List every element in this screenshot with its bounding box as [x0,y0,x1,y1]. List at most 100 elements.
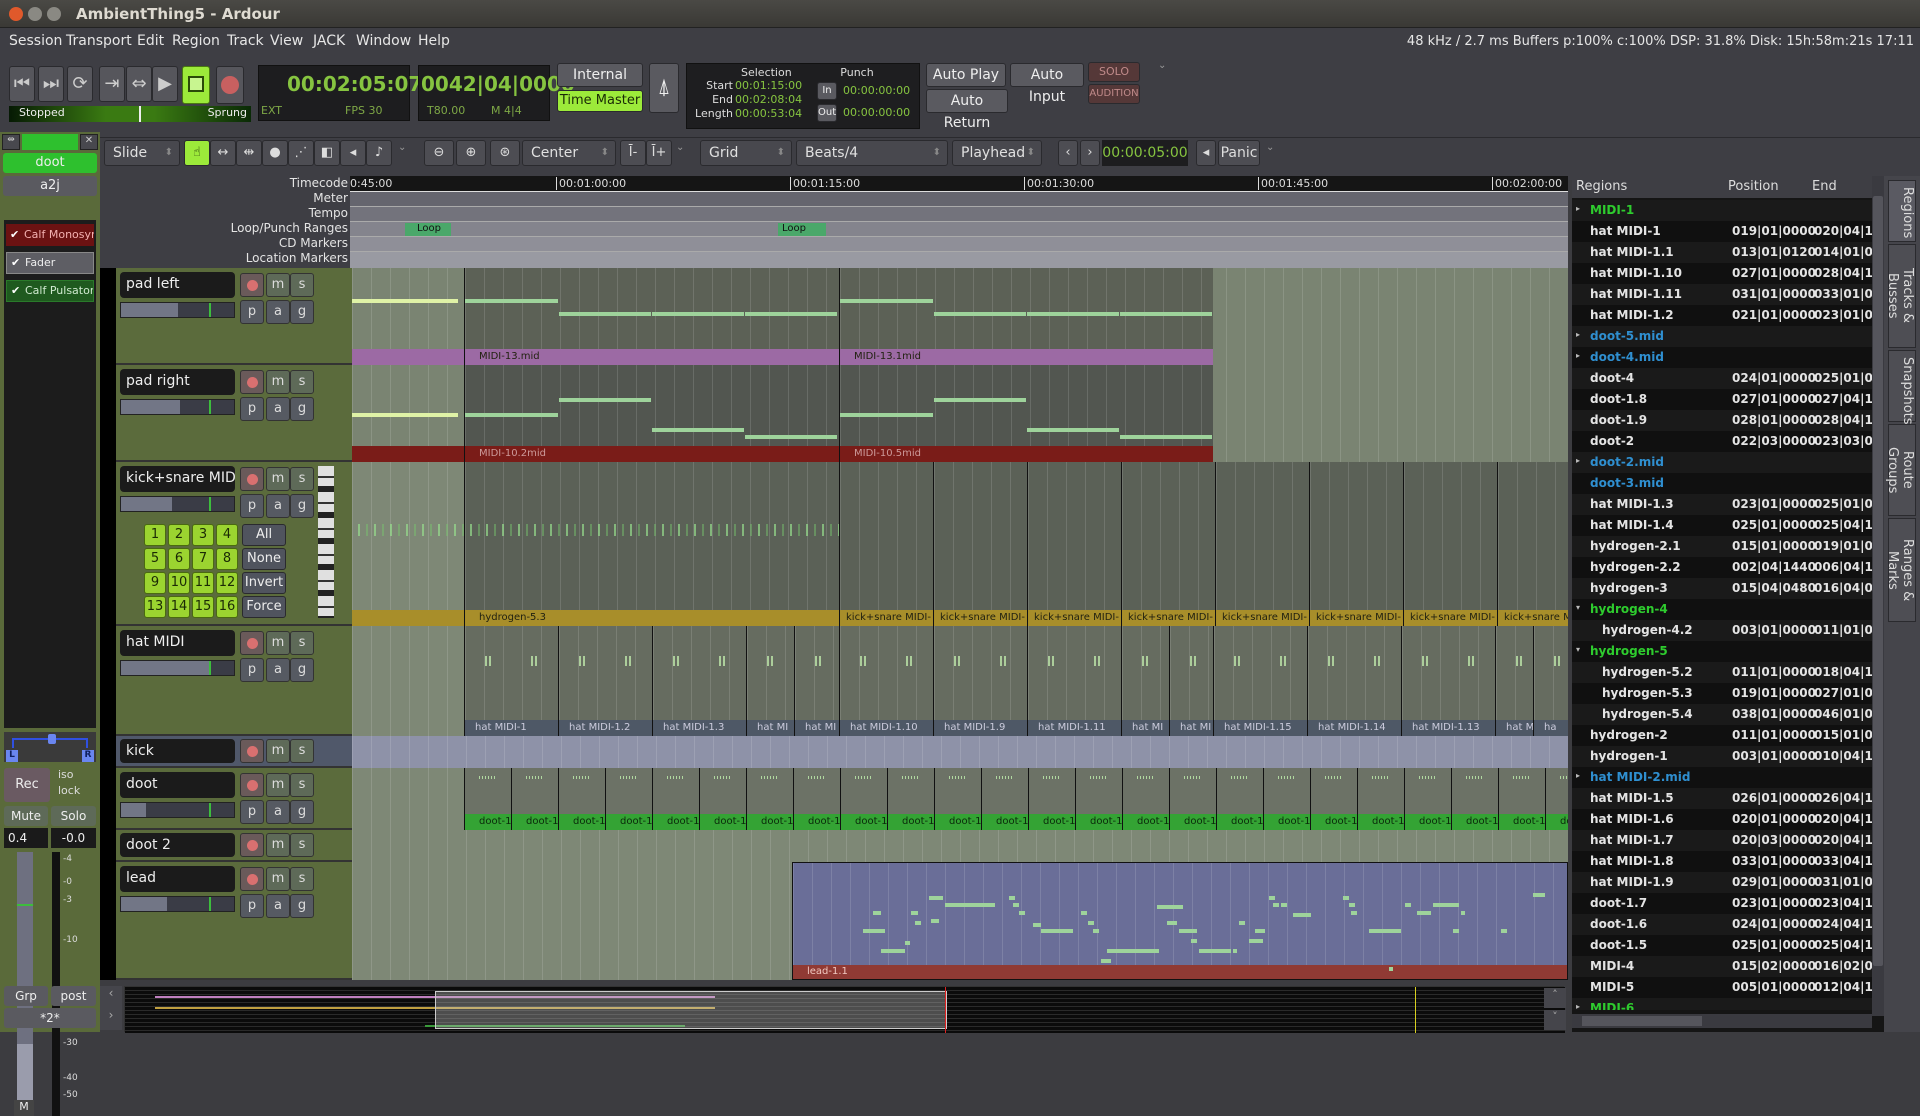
midi-channel-11-button[interactable]: 11 [192,572,214,594]
track-header-hat-midi[interactable]: hat MIDI m s p a g [116,626,362,736]
track-header-lead[interactable]: lead m s p a g [116,862,362,980]
auto-return-button[interactable]: Auto Return [926,89,1008,131]
midi-note[interactable] [1013,903,1019,907]
midi-region[interactable]: doot-1 [746,768,793,830]
cd-markers-ruler[interactable] [350,237,1568,252]
timeline-rulers[interactable]: 0:45:00 00:01:00:00 00:01:15:00 00:01:30… [350,176,1568,268]
region-list-row[interactable]: ▸ MIDI-1 [1572,200,1872,221]
midi-region[interactable]: doot-1 [1169,768,1216,830]
loop-button[interactable]: ⟳ [67,66,93,102]
midi-region[interactable]: ha [1533,626,1568,736]
track-name[interactable]: doot [120,772,235,798]
midi-region-stub[interactable] [352,610,464,626]
midi-note[interactable] [1281,903,1287,907]
column-header-regions[interactable]: Regions [1576,179,1627,194]
solo-button[interactable]: s [290,833,314,857]
plugin-calf-monosynth[interactable]: ✔ Calf Monosyn [6,224,94,246]
expand-tracks-button[interactable]: Ī+ [646,140,672,166]
region-list-row[interactable]: ▸ doot-2.mid [1572,452,1872,473]
group-button[interactable]: g [290,894,314,918]
playlist-button[interactable]: p [240,894,264,918]
midi-channel-1-button[interactable]: 1 [144,524,166,546]
edit-point-select[interactable]: Playhead ⬍ [952,140,1042,166]
midi-region[interactable]: doot-1 [840,768,887,830]
midi-region[interactable]: hat MI [1495,626,1533,736]
midi-note[interactable] [559,398,651,402]
track-gain-slider[interactable] [120,496,235,512]
midi-note[interactable] [1405,903,1411,907]
mute-button[interactable]: m [266,467,290,491]
location-markers-ruler[interactable] [350,252,1568,268]
audition-alert-button[interactable]: AUDITION [1088,84,1140,104]
summary-left-button[interactable]: ‹ [100,986,122,1008]
midi-note[interactable] [745,312,837,316]
stop-button[interactable] [182,66,210,104]
midi-region[interactable]: kick+snare MIDI- [1121,462,1215,626]
group-button[interactable]: g [290,300,314,324]
region-list-row[interactable]: hat MIDI-1.2 021|01|0000023|01|00 [1572,305,1872,326]
midi-channel-2-button[interactable]: 2 [168,524,190,546]
midi-note[interactable] [1063,929,1073,933]
record-arm-button[interactable] [240,867,264,891]
channels-all-button[interactable]: All [242,524,286,546]
track-gain-slider[interactable] [120,896,235,912]
midi-note[interactable] [1351,911,1357,915]
solo-button[interactable]: s [290,467,314,491]
selection-length[interactable]: 00:00:53:04 [735,107,802,120]
midi-note[interactable] [1191,939,1197,943]
automation-button[interactable]: a [266,894,290,918]
strip-width-button[interactable]: ⇹ [2,134,20,150]
chevron-down-icon[interactable]: ⌄ [676,142,684,153]
region-list-row[interactable]: hydrogen-2 011|01|0000015|01|00 [1572,725,1872,746]
midi-region[interactable]: kick+snare MIDI- [1403,462,1497,626]
track-header-doot-2[interactable]: doot 2 m s [116,830,362,862]
gain-entry[interactable]: 0.4 [4,828,48,848]
region-list-row[interactable]: doot-3.mid [1572,473,1872,494]
region-list-row[interactable]: hat MIDI-1.1 013|01|0120014|01|01 [1572,242,1872,263]
record-arm-button[interactable] [240,739,264,763]
chevron-down-icon[interactable]: ⌄ [1266,142,1274,153]
nudge-back-button[interactable]: ‹ [1058,140,1078,166]
step-entry-button[interactable]: ♪ [366,140,392,166]
solo-button[interactable]: Solo [51,806,96,826]
checkmark-icon[interactable]: ✔ [10,224,19,246]
solo-lock-toggle[interactable]: lock [58,784,80,797]
playlist-button[interactable]: p [240,494,264,518]
internal-edit-button[interactable]: ◧ [314,140,340,166]
midi-region[interactable]: doot-1 [464,768,511,830]
track-name[interactable]: lead [120,866,235,892]
track-lane-lead[interactable]: lead-1.1 [352,862,1568,980]
midi-region[interactable]: doot-1 [1404,768,1451,830]
midi-region[interactable]: hat MIDI-1.2 [558,626,652,736]
menu-region[interactable]: Region [172,33,220,49]
solo-alert-button[interactable]: SOLO [1088,62,1140,82]
midi-region[interactable]: hydrogen-5.3 [464,462,839,626]
close-icon[interactable] [9,7,23,21]
playlist-button[interactable]: p [240,397,264,421]
menu-window[interactable]: Window [356,33,411,49]
midi-note[interactable] [465,413,558,417]
region-list-row[interactable]: MIDI-4 015|02|0000016|02|00 [1572,956,1872,977]
cut-tool-button[interactable]: ⇹ [236,140,262,166]
midi-note[interactable] [1041,929,1063,933]
meter-ruler[interactable] [350,192,1568,207]
midi-region[interactable]: doot-1 [558,768,605,830]
midi-note[interactable] [745,435,837,439]
snap-mode-select[interactable]: Grid ⬍ [700,140,792,166]
track-name[interactable]: doot 2 [120,833,235,857]
gain-fader[interactable] [17,852,33,1100]
midi-note[interactable] [652,428,744,432]
playlist-button[interactable]: p [240,800,264,824]
midi-note[interactable] [1369,929,1401,933]
expander-closed-icon[interactable]: ▸ [1576,351,1580,360]
expander-closed-icon[interactable]: ▸ [1576,1002,1580,1010]
midi-note[interactable] [352,299,458,303]
track-name[interactable]: hat MIDI [120,630,235,656]
midi-note[interactable] [1273,903,1279,907]
midi-note[interactable] [1101,959,1111,963]
goto-end-button[interactable]: ⏭ [38,66,64,102]
nudge-forward-button[interactable]: › [1080,140,1100,166]
midi-note[interactable] [1179,929,1197,933]
midi-note[interactable] [873,911,881,915]
mute-button[interactable]: m [266,773,290,797]
